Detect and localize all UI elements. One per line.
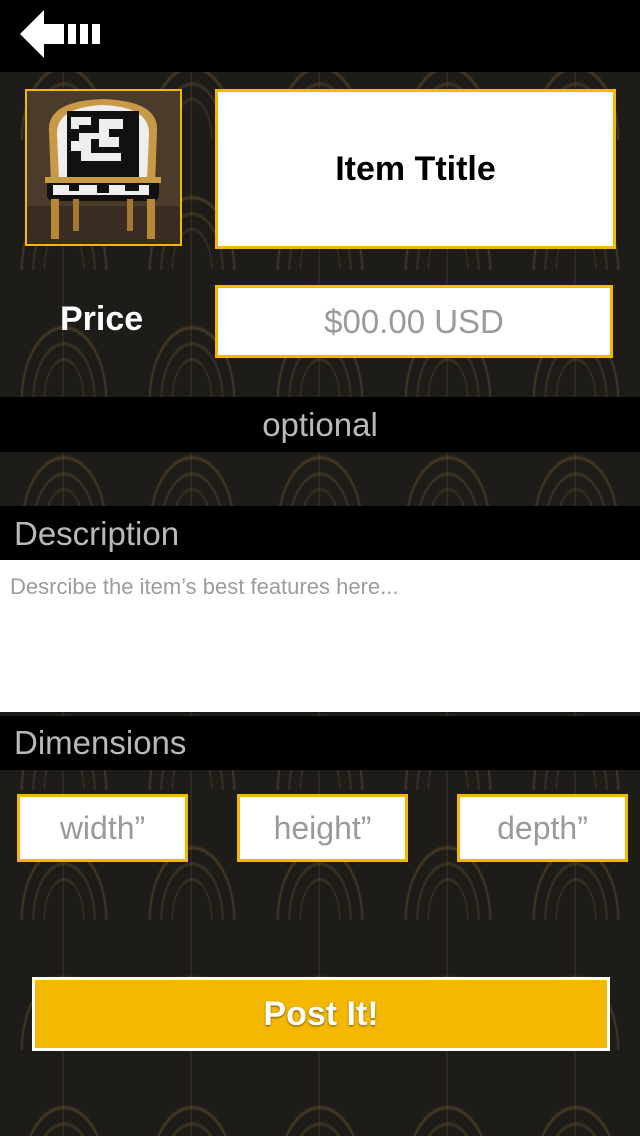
price-input[interactable]: $00.00 USD [215, 285, 613, 358]
depth-placeholder: depth” [497, 809, 588, 846]
chair-photo [27, 91, 180, 244]
top-bar [0, 0, 640, 72]
height-placeholder: height” [273, 809, 372, 846]
back-button[interactable] [20, 10, 110, 60]
item-photo[interactable] [25, 89, 182, 246]
back-arrow-icon [20, 10, 100, 58]
description-placeholder: Desrcibe the item’s best features here..… [10, 574, 399, 599]
depth-input[interactable]: depth” [457, 794, 628, 862]
price-placeholder: $00.00 USD [324, 302, 504, 340]
width-input[interactable]: width” [17, 794, 188, 862]
description-textarea[interactable]: Desrcibe the item’s best features here..… [0, 560, 640, 712]
price-label: Price [60, 300, 144, 338]
item-title-text: Item Ttitle [335, 149, 496, 188]
description-label: Description [0, 506, 640, 560]
item-title-field[interactable]: Item Ttitle [215, 89, 616, 249]
post-button-label: Post It! [263, 994, 379, 1033]
height-input[interactable]: height” [237, 794, 408, 862]
post-button[interactable]: Post It! [32, 977, 610, 1051]
dimensions-label: Dimensions [0, 716, 640, 770]
width-placeholder: width” [59, 809, 146, 846]
optional-label: optional [0, 397, 640, 452]
